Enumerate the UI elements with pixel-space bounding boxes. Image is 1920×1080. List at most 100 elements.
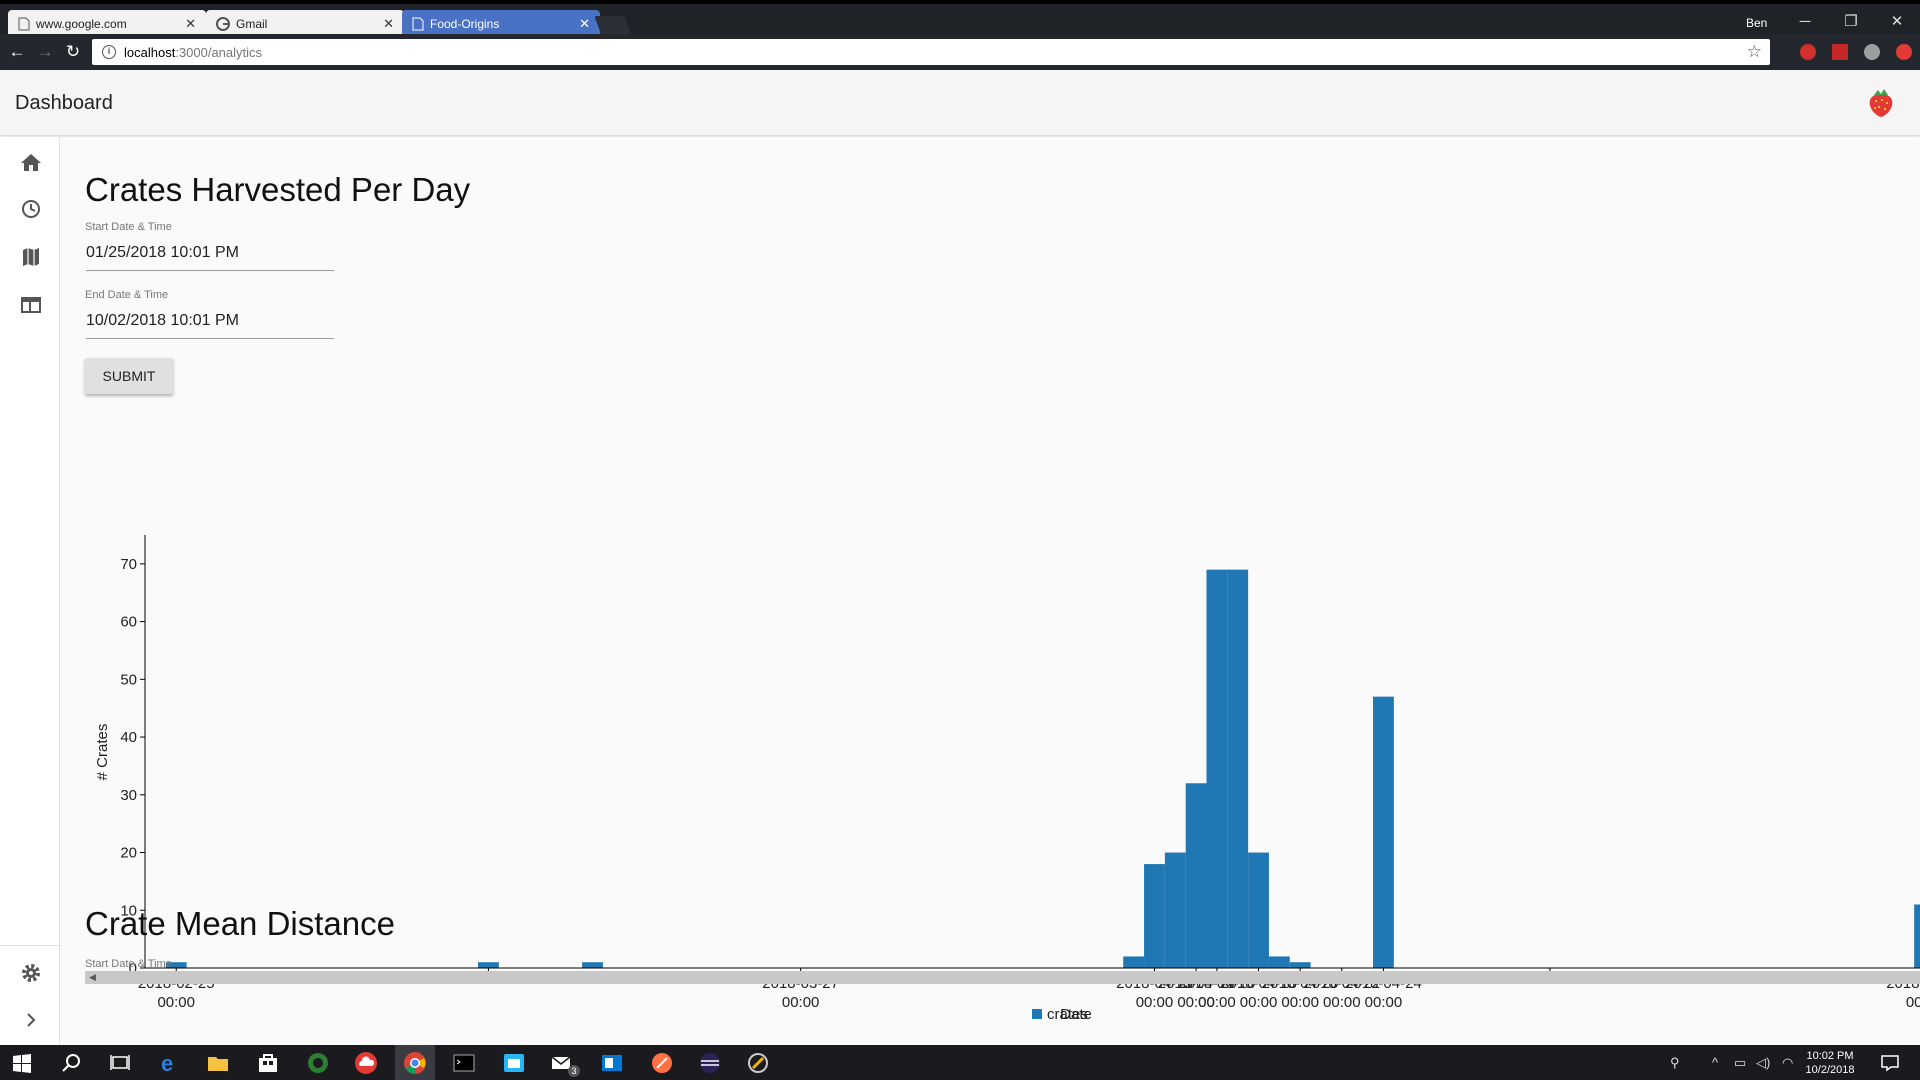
chart-bar bbox=[1373, 696, 1394, 968]
chart-bar bbox=[1164, 852, 1186, 968]
chart-bar bbox=[582, 962, 603, 968]
x-tick-label: 00:00 bbox=[157, 994, 195, 1011]
paint-app-icon[interactable] bbox=[650, 1051, 674, 1075]
people-icon[interactable]: ⚲ bbox=[1670, 1055, 1680, 1071]
gear-icon[interactable] bbox=[19, 961, 43, 985]
scroll-left-icon[interactable]: ◀ bbox=[89, 972, 96, 983]
page-title: Dashboard bbox=[15, 92, 113, 114]
extension-mail-icon[interactable] bbox=[1832, 44, 1848, 60]
volume-icon[interactable]: ◁) bbox=[1756, 1055, 1770, 1071]
wifi-icon[interactable]: ◠ bbox=[1782, 1055, 1793, 1071]
battery-icon[interactable]: ▭ bbox=[1734, 1055, 1746, 1071]
start-date-label: Start Date & Time bbox=[85, 221, 172, 233]
terminal-icon[interactable] bbox=[452, 1051, 476, 1075]
extension-upload-icon[interactable] bbox=[1896, 44, 1912, 60]
chart-bar bbox=[1248, 852, 1269, 968]
side-drawer bbox=[0, 137, 60, 1045]
chart-bar bbox=[1289, 962, 1311, 968]
address-bar[interactable]: i localhost :3000/analytics ☆ bbox=[92, 39, 1770, 65]
minimize-icon[interactable]: ─ bbox=[1782, 10, 1828, 34]
browser-toolbar: ← → ↻ i localhost :3000/analytics ☆ bbox=[0, 34, 1920, 70]
strawberry-icon[interactable] bbox=[1866, 86, 1896, 118]
start-date-field[interactable]: 01/25/2018 10:01 PM bbox=[86, 244, 334, 271]
profile-name[interactable]: Ben bbox=[1746, 16, 1767, 30]
drawer-divider bbox=[0, 945, 60, 946]
app-bar: Dashboard bbox=[0, 70, 1920, 136]
map-icon[interactable] bbox=[19, 245, 43, 269]
green-app-icon[interactable] bbox=[306, 1051, 330, 1075]
page-icon bbox=[18, 17, 30, 31]
google-icon bbox=[216, 17, 230, 31]
submit-button[interactable]: SUBMIT bbox=[85, 358, 173, 394]
store-icon[interactable] bbox=[256, 1051, 280, 1075]
windows-taskbar: e 3 ⚲ ^ ▭ ◁) ◠ 10:02 PM 10/2/2018 bbox=[0, 1045, 1920, 1080]
chevron-right-icon[interactable] bbox=[19, 1008, 43, 1032]
y-tick-label: 40 bbox=[120, 729, 137, 746]
home-icon[interactable] bbox=[19, 151, 43, 175]
y-tick-label: 20 bbox=[120, 845, 137, 862]
info-icon[interactable]: i bbox=[102, 45, 116, 59]
cloud-app-icon[interactable] bbox=[354, 1051, 378, 1075]
window-close-icon[interactable]: ✕ bbox=[1874, 10, 1920, 34]
y-tick-label: 60 bbox=[120, 614, 137, 631]
x-tick-label: 00:00 bbox=[1323, 994, 1361, 1011]
chart-bar bbox=[1144, 864, 1165, 968]
extension-puzzle-icon[interactable] bbox=[1864, 44, 1880, 60]
chevron-up-icon[interactable]: ^ bbox=[1712, 1055, 1718, 1070]
x-tick-label: 00:00 bbox=[1906, 994, 1920, 1011]
chart-bar bbox=[1123, 956, 1145, 968]
x-tick-label: 00:00 bbox=[1136, 994, 1174, 1011]
end-date-field[interactable]: 10/02/2018 10:01 PM bbox=[86, 312, 334, 339]
close-icon[interactable]: ✕ bbox=[383, 16, 394, 32]
search-icon[interactable] bbox=[60, 1051, 84, 1075]
restore-icon[interactable]: ❐ bbox=[1828, 10, 1874, 34]
x-tick-label: 00:00 bbox=[1281, 994, 1319, 1011]
back-arrow-icon[interactable]: ← bbox=[6, 41, 28, 63]
bookmark-star-icon[interactable]: ☆ bbox=[1747, 42, 1762, 62]
y-tick-label: 50 bbox=[120, 671, 137, 688]
tool-app-icon[interactable] bbox=[746, 1051, 770, 1075]
history-icon[interactable] bbox=[19, 197, 43, 221]
chart-bar bbox=[1914, 904, 1920, 968]
table-icon[interactable] bbox=[19, 293, 43, 317]
new-tab-button[interactable] bbox=[594, 16, 632, 36]
url-path: :3000/analytics bbox=[175, 44, 263, 60]
browser-tab-strip: www.google.com ✕ Gmail ✕ Food-Origins ✕ … bbox=[0, 0, 1920, 38]
action-center-icon[interactable] bbox=[1878, 1051, 1902, 1075]
y-tick-label: 70 bbox=[120, 556, 137, 573]
x-tick-label: 00:00 bbox=[782, 994, 820, 1011]
tab-title: Gmail bbox=[236, 17, 268, 31]
outlook-icon[interactable] bbox=[600, 1051, 624, 1075]
y-tick-label: 30 bbox=[120, 787, 137, 804]
eclipse-icon[interactable] bbox=[698, 1051, 722, 1075]
svg-text:e: e bbox=[161, 1051, 173, 1075]
close-icon[interactable]: ✕ bbox=[579, 16, 590, 32]
file-explorer-icon[interactable] bbox=[206, 1051, 230, 1075]
end-date-label: End Date & Time bbox=[85, 289, 169, 301]
calendar-app-icon[interactable] bbox=[502, 1051, 526, 1075]
edge-icon[interactable]: e bbox=[158, 1051, 182, 1075]
chart-bar bbox=[1227, 569, 1249, 968]
tab-title: Food-Origins bbox=[430, 17, 500, 31]
distance-start-date-label: Start Date & Time bbox=[85, 958, 172, 970]
reload-icon[interactable]: ↻ bbox=[62, 41, 84, 63]
windows-start-icon[interactable] bbox=[10, 1051, 34, 1075]
horizontal-scrollbar[interactable]: ◀ bbox=[85, 971, 1920, 984]
task-view-icon[interactable] bbox=[108, 1051, 132, 1075]
forward-arrow-icon[interactable]: → bbox=[34, 41, 56, 63]
x-tick-label: 00:00 bbox=[1198, 994, 1236, 1011]
x-axis-title: Date bbox=[1060, 1006, 1092, 1023]
mail-badge: 3 bbox=[568, 1065, 580, 1077]
clock-time: 10:02 PM bbox=[1806, 1050, 1854, 1062]
extension-shield-icon[interactable] bbox=[1800, 44, 1816, 60]
chart-bar bbox=[1206, 569, 1228, 968]
chart-bar bbox=[1185, 783, 1207, 968]
chrome-icon[interactable] bbox=[403, 1051, 427, 1075]
system-clock[interactable]: 10:02 PM 10/2/2018 bbox=[1800, 1049, 1860, 1077]
clock-date: 10/2/2018 bbox=[1805, 1064, 1855, 1076]
x-tick-label: 00:00 bbox=[1240, 994, 1278, 1011]
y-axis-title: # Crates bbox=[94, 724, 111, 781]
close-icon[interactable]: ✕ bbox=[185, 16, 196, 32]
x-tick-label: 00:00 bbox=[1365, 994, 1403, 1011]
crates-section-title: Crates Harvested Per Day bbox=[85, 171, 471, 208]
